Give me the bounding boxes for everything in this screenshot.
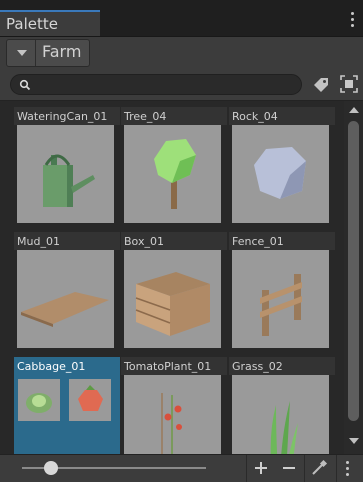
palette-dropdown-label: Farm — [42, 42, 82, 61]
tomato-icon — [78, 385, 103, 411]
asset-tile[interactable]: WateringCan_01 — [14, 107, 120, 227]
eyedropper-icon[interactable] — [308, 457, 330, 479]
more-options-icon[interactable] — [346, 461, 350, 477]
variant-preview — [18, 379, 60, 421]
asset-label: Rock_04 — [229, 107, 335, 125]
asset-preview — [232, 375, 329, 454]
remove-icon[interactable] — [278, 457, 300, 479]
asset-tile[interactable]: Rock_04 — [229, 107, 335, 227]
asset-preview — [17, 125, 114, 223]
tab-palette-label: Palette — [6, 15, 58, 33]
palette-dropdown[interactable]: Farm — [6, 39, 90, 67]
palette-toolbar: Farm — [0, 37, 363, 70]
asset-tile[interactable]: Fence_01 — [229, 232, 335, 352]
asset-label: Box_01 — [121, 232, 227, 250]
vertical-scrollbar[interactable] — [344, 101, 363, 454]
tab-bar: Palette — [0, 0, 363, 37]
search-row — [0, 70, 363, 101]
scrollbar-thumb[interactable] — [348, 121, 359, 421]
asset-label: Tree_04 — [121, 107, 227, 125]
tab-palette[interactable]: Palette — [0, 10, 100, 36]
tag-icon[interactable] — [312, 76, 330, 94]
cabbage-icon — [26, 393, 52, 413]
frame-selection-icon[interactable] — [340, 75, 358, 93]
bottom-toolbar — [0, 454, 363, 482]
scroll-up-icon[interactable] — [349, 107, 359, 113]
zoom-slider[interactable] — [0, 455, 220, 482]
rock-icon — [254, 147, 306, 199]
fence-icon — [260, 274, 302, 336]
asset-preview — [17, 250, 114, 348]
asset-label: TomatoPlant_01 — [121, 357, 227, 375]
scroll-down-icon[interactable] — [349, 438, 359, 444]
asset-preview — [124, 250, 221, 348]
grass-icon — [270, 401, 298, 454]
asset-tile[interactable]: Mud_01 — [14, 232, 120, 352]
asset-preview — [124, 125, 221, 223]
asset-preview — [124, 375, 221, 454]
asset-label: Mud_01 — [14, 232, 120, 250]
toolbar-divider — [304, 455, 305, 482]
search-input[interactable] — [35, 77, 299, 94]
toolbar-divider — [246, 455, 247, 482]
variant-preview — [69, 379, 111, 421]
asset-label: Cabbage_01 — [14, 357, 120, 375]
add-icon[interactable] — [250, 457, 272, 479]
asset-grid: WateringCan_01 Tree_04 Rock_04 Mud_01 Bo… — [0, 101, 344, 454]
asset-preview — [232, 250, 329, 348]
search-icon — [19, 79, 31, 91]
search-field[interactable] — [10, 74, 302, 95]
asset-label: Fence_01 — [229, 232, 335, 250]
asset-label: Grass_02 — [229, 357, 335, 375]
asset-label: WateringCan_01 — [14, 107, 120, 125]
asset-tile-selected[interactable]: Cabbage_01 — [14, 357, 120, 454]
watering-can-icon — [43, 154, 95, 207]
mud-patch-icon — [21, 292, 109, 327]
wooden-crate-icon — [135, 272, 210, 336]
dropdown-divider — [35, 40, 36, 66]
asset-tile[interactable]: TomatoPlant_01 — [121, 357, 227, 454]
more-options-icon[interactable] — [349, 12, 355, 30]
tomato-plant-icon — [161, 393, 182, 454]
chevron-down-icon — [17, 50, 27, 56]
toolbar-divider — [336, 455, 337, 482]
asset-preview — [232, 125, 329, 223]
tree-icon — [154, 139, 196, 209]
asset-tile[interactable]: Tree_04 — [121, 107, 227, 227]
asset-tile[interactable]: Grass_02 — [229, 357, 335, 454]
asset-tile[interactable]: Box_01 — [121, 232, 227, 352]
zoom-slider-knob[interactable] — [44, 461, 58, 475]
